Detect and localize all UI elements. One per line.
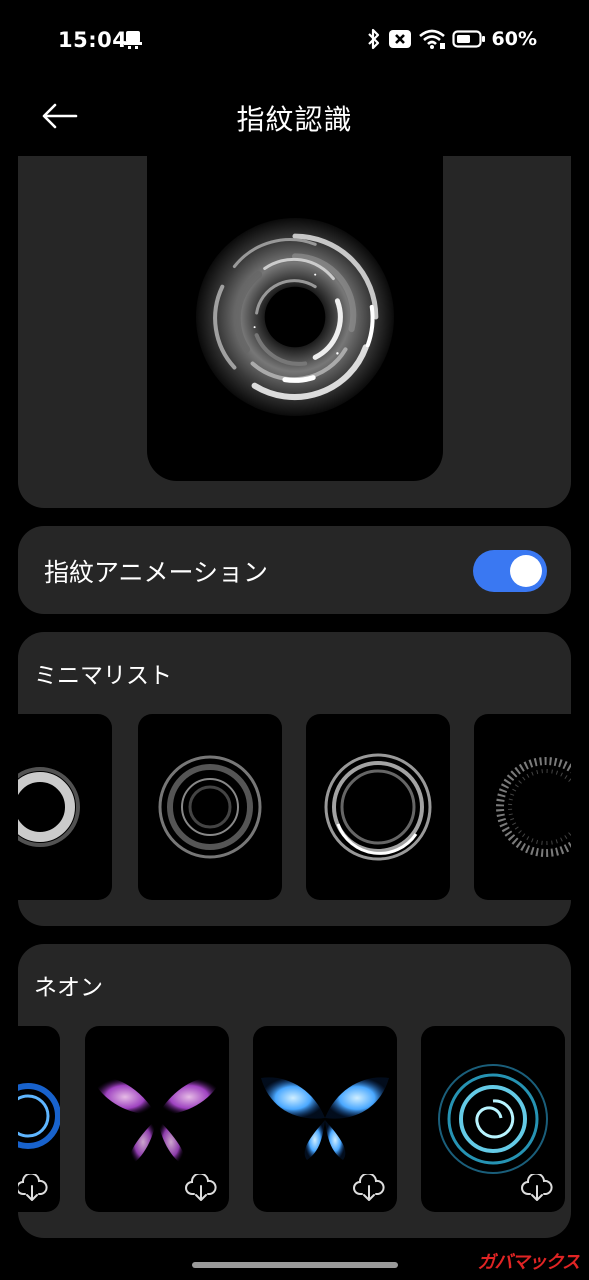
notification-icon <box>124 31 142 49</box>
cloud-download-icon[interactable] <box>185 1174 217 1202</box>
animation-thumbnail[interactable] <box>253 1026 397 1212</box>
ring-double-art <box>324 753 432 861</box>
animation-thumbnail[interactable] <box>85 1026 229 1212</box>
battery-icon <box>451 30 485 48</box>
watermark: ガバマックス <box>477 1252 580 1273</box>
wifi-icon <box>418 29 445 49</box>
status-icons: 60% <box>366 28 537 50</box>
ring-glass-art <box>158 755 262 859</box>
animation-toggle-row[interactable]: 指紋アニメーション <box>18 526 571 614</box>
section-title-minimalist: ミニマリスト <box>34 663 172 689</box>
animation-thumbnail[interactable] <box>18 714 112 900</box>
animation-toggle-label: 指紋アニメーション <box>44 558 269 587</box>
animation-thumbnail[interactable] <box>474 714 571 900</box>
animation-thumbnail[interactable] <box>306 714 450 900</box>
screen: 15:04 60% 指紋認識 指紋アニメーション ミニマリスト ネオン ガバマッ… <box>0 0 589 1280</box>
battery-percentage: 60% <box>491 28 537 50</box>
cloud-download-icon[interactable] <box>353 1174 385 1202</box>
cloud-download-icon[interactable] <box>18 1174 48 1202</box>
toggle-knob <box>510 555 542 587</box>
animation-toggle-switch[interactable] <box>473 550 547 592</box>
home-indicator[interactable] <box>192 1262 398 1268</box>
minimalist-section: ミニマリスト <box>18 632 571 926</box>
page-title: 指紋認識 <box>236 103 353 136</box>
preview-phone-frame <box>147 156 443 481</box>
sim-off-icon <box>388 30 411 48</box>
app-header: 指紋認識 <box>0 82 589 152</box>
animation-thumbnail[interactable] <box>138 714 282 900</box>
cloud-download-icon[interactable] <box>521 1174 553 1202</box>
neon-section: ネオン <box>18 944 571 1238</box>
animation-preview-card <box>18 156 571 508</box>
ring-sparkle-art <box>496 757 571 857</box>
animation-thumbnail[interactable] <box>421 1026 565 1212</box>
status-time: 15:04 <box>58 28 128 52</box>
fingerprint-animation-preview <box>196 218 394 416</box>
status-bar: 15:04 60% <box>0 0 589 82</box>
bluetooth-icon <box>367 28 379 50</box>
animation-thumbnail[interactable] <box>18 1026 60 1212</box>
section-title-neon: ネオン <box>34 975 103 1001</box>
ring-glow-art <box>18 767 80 847</box>
